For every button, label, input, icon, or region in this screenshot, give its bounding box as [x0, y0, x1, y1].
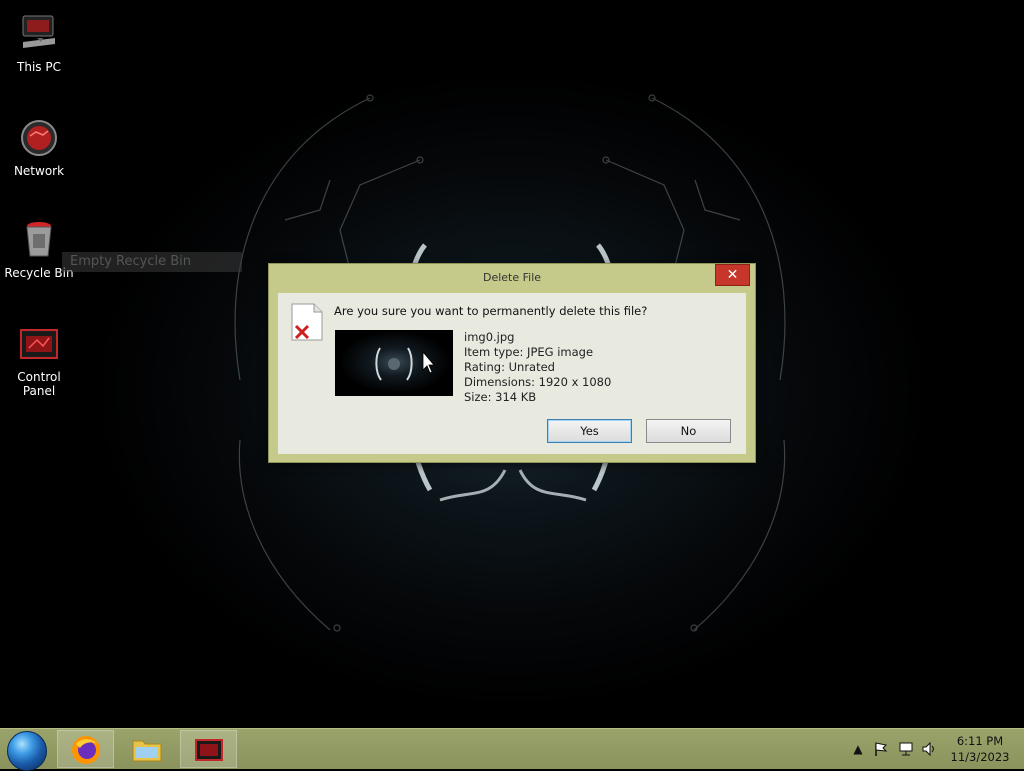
firefox-icon [70, 734, 102, 769]
dialog-body: Are you sure you want to permanently del… [278, 293, 746, 454]
confirmation-question: Are you sure you want to permanently del… [334, 304, 648, 318]
close-button[interactable]: ✕ [715, 264, 750, 286]
network-icon [17, 116, 61, 160]
control-panel-icon [194, 735, 224, 768]
file-rating: Rating: Unrated [464, 360, 555, 374]
folder-icon [131, 735, 163, 766]
yes-button[interactable]: Yes [547, 419, 632, 443]
system-clock[interactable]: 6:11 PM 11/3/2023 [944, 733, 1016, 765]
clock-date: 11/3/2023 [950, 750, 1010, 764]
taskbar-firefox[interactable] [57, 730, 114, 768]
desktop-icon-label: Control Panel [17, 370, 61, 398]
file-name: img0.jpg [464, 330, 515, 344]
computer-icon [17, 12, 61, 56]
taskbar-control-panel[interactable] [180, 730, 237, 768]
context-menu-empty-recycle-bin[interactable]: Empty Recycle Bin [62, 252, 242, 272]
desktop-icon-network[interactable]: Network [0, 116, 78, 178]
taskbar-file-explorer[interactable] [118, 730, 175, 768]
file-info: img0.jpg Item type: JPEG image Rating: U… [464, 330, 611, 405]
control-panel-icon [17, 322, 61, 366]
no-button[interactable]: No [646, 419, 731, 443]
delete-file-icon [288, 302, 326, 342]
file-item-type: Item type: JPEG image [464, 345, 594, 359]
clock-time: 6:11 PM [956, 734, 1004, 748]
desktop-icon-control-panel[interactable]: Control Panel [0, 322, 78, 398]
recycle-bin-icon [17, 218, 61, 262]
file-size: Size: 314 KB [464, 390, 537, 404]
action-center-flag-icon[interactable] [873, 741, 889, 757]
desktop-icon-label: This PC [17, 60, 61, 74]
taskbar: ▲ 6:11 PM 11/3/2023 [0, 728, 1024, 771]
dialog-title: Delete File [482, 271, 542, 284]
show-hidden-icons-chevron-icon[interactable]: ▲ [850, 741, 866, 757]
desktop-icon-this-pc[interactable]: This PC [0, 12, 78, 74]
volume-icon[interactable] [921, 741, 937, 757]
file-dimensions: Dimensions: 1920 x 1080 [464, 375, 612, 389]
start-button[interactable] [7, 731, 47, 771]
network-status-icon[interactable] [898, 741, 914, 757]
delete-file-dialog: Delete File ✕ Are you sure you want to p… [268, 263, 756, 463]
file-thumbnail [335, 330, 453, 396]
desktop-icon-label: Network [13, 164, 65, 178]
